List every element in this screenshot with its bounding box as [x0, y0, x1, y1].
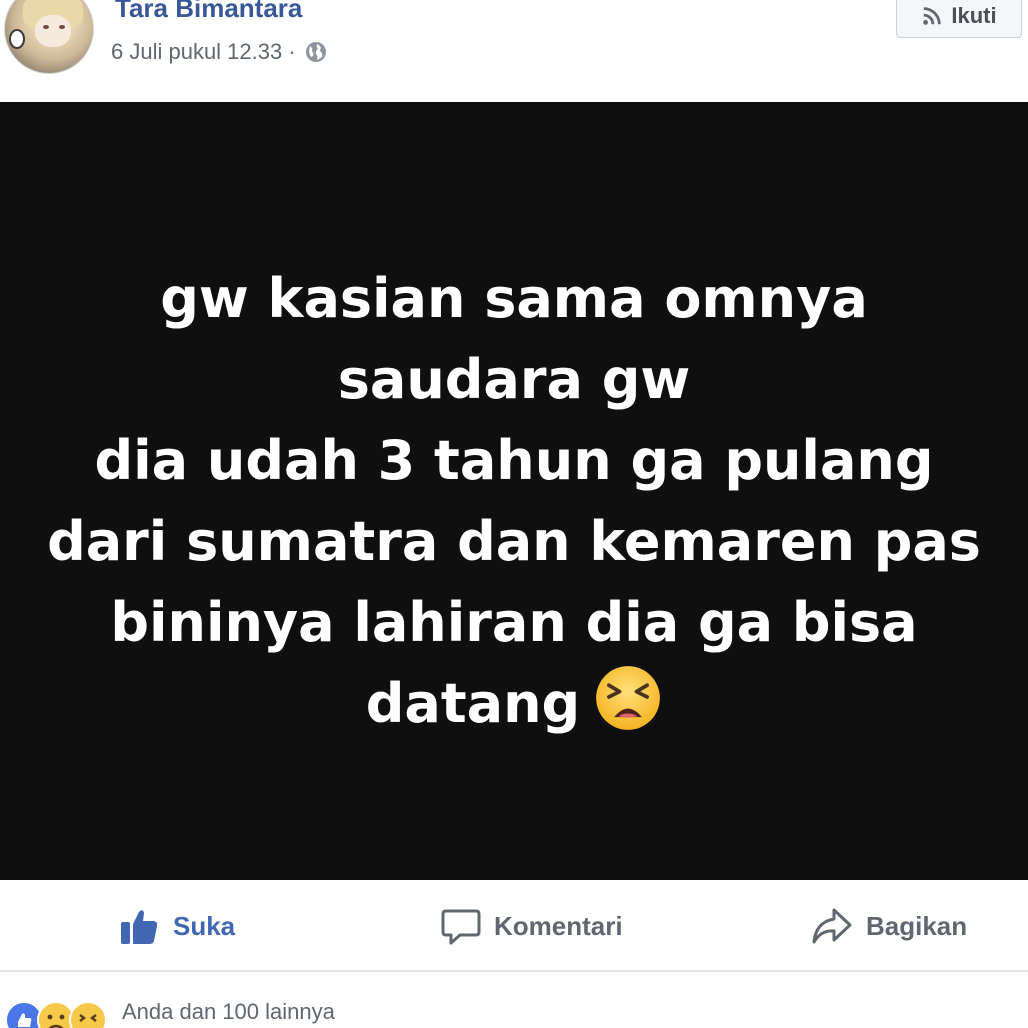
tired-face-emoji — [596, 666, 661, 730]
image-text-line: dari sumatra dan kemaren pas — [47, 510, 981, 573]
action-bar: Suka Komentari Bagikan — [0, 880, 1028, 972]
post-header: Tara Bimantara 6 Juli pukul 12.33 · Ikut… — [0, 0, 1028, 102]
like-label: Suka — [173, 910, 236, 941]
rss-icon — [923, 7, 942, 25]
comment-icon — [441, 909, 481, 945]
follow-button[interactable]: Ikuti — [896, 0, 1022, 38]
meta-separator: · — [288, 39, 296, 64]
post-timestamp[interactable]: 6 Juli pukul 12.33 — [111, 38, 282, 66]
author-name[interactable]: Tara Bimantara — [115, 0, 302, 24]
globe-icon[interactable] — [304, 40, 328, 64]
haha-reaction-icon — [69, 1001, 107, 1028]
comment-button[interactable]: Komentari — [440, 904, 623, 948]
image-text-line: bininya lahiran dia ga bisa — [110, 591, 918, 654]
thumbs-up-icon — [121, 910, 158, 944]
post-meta: 6 Juli pukul 12.33 · — [111, 38, 328, 66]
share-arrow-icon — [812, 908, 852, 944]
facebook-post: Tara Bimantara 6 Juli pukul 12.33 · Ikut… — [0, 0, 1028, 1028]
share-button[interactable]: Bagikan — [810, 904, 967, 948]
image-text-line: datang — [365, 672, 581, 735]
reaction-summary[interactable]: Anda dan 100 lainnya — [122, 998, 335, 1026]
image-text-line: gw kasian sama omnya — [160, 267, 868, 330]
share-label: Bagikan — [866, 910, 968, 941]
image-text-line: dia udah 3 tahun ga pulang — [94, 429, 934, 492]
image-text-line: saudara gw — [337, 348, 691, 411]
follow-label: Ikuti — [951, 3, 997, 28]
sad-reaction-icon — [37, 1001, 75, 1028]
avatar[interactable] — [4, 0, 94, 74]
reaction-icons[interactable] — [4, 1000, 114, 1028]
comment-label: Komentari — [494, 910, 623, 941]
action-bar-divider — [0, 970, 1028, 972]
post-image-text: gw kasian sama omnya saudara gw dia udah… — [0, 258, 1028, 744]
like-reaction-icon — [5, 1001, 43, 1028]
image-text-line-last: datang — [0, 663, 1028, 744]
like-button[interactable]: Suka — [117, 904, 235, 948]
reactions-row[interactable]: Anda dan 100 lainnya — [0, 996, 1028, 1028]
